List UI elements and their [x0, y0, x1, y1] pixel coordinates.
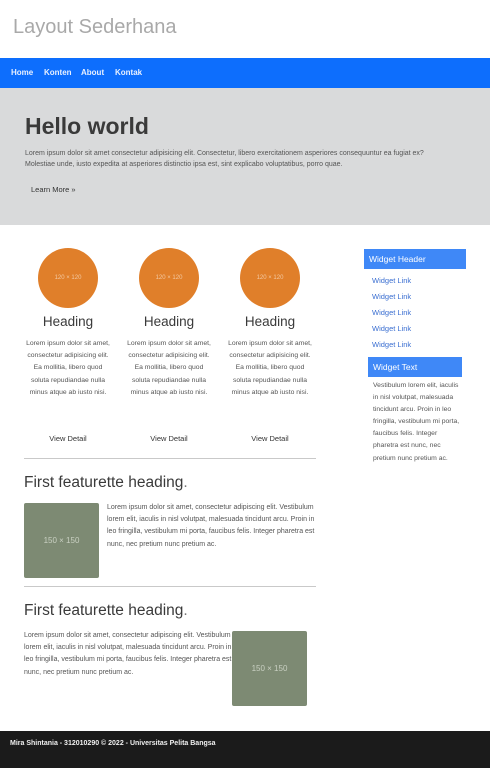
- featurette-text: Lorem ipsum dolor sit amet, consectetur …: [107, 504, 315, 548]
- featurette-heading-text: First featurette heading: [24, 602, 184, 619]
- column-heading: Heading: [244, 314, 296, 329]
- circle-image-placeholder: 120 × 120: [38, 248, 98, 308]
- image-size-label: 150 × 150: [251, 664, 288, 673]
- divider: [24, 458, 316, 459]
- widget-text-header: Widget Text: [368, 357, 462, 377]
- featurette-image-placeholder: 150 × 150: [24, 503, 99, 578]
- column-text: Lorem ipsum dolor sit amet, consectetur …: [228, 340, 312, 396]
- circle-image-placeholder: 120 × 120: [139, 248, 199, 308]
- navbar: Home Konten About Kontak: [0, 58, 490, 88]
- image-size-label: 120 × 120: [54, 275, 82, 281]
- featurette-text: Lorem ipsum dolor sit amet, consectetur …: [24, 632, 232, 676]
- image-size-label: 150 × 150: [43, 536, 80, 545]
- column-heading: Heading: [143, 314, 195, 329]
- nav-about-link[interactable]: About: [81, 68, 104, 77]
- column-text: Lorem ipsum dolor sit amet, consectetur …: [127, 340, 211, 396]
- widget-header: Widget Header: [364, 249, 466, 269]
- featurette-heading-suffix: .: [183, 474, 188, 491]
- hero-text: Lorem ipsum dolor sit amet consectetur a…: [25, 150, 424, 168]
- site-header: Layout Sederhana: [0, 0, 490, 58]
- widget-link[interactable]: Widget Link: [372, 308, 411, 317]
- learn-more-button[interactable]: Learn More »: [31, 185, 76, 194]
- column-text: Lorem ipsum dolor sit amet, consectetur …: [26, 340, 110, 396]
- divider: [24, 586, 316, 587]
- footer: Mira Shintania - 312010290 © 2022 - Univ…: [0, 731, 490, 768]
- image-size-label: 120 × 120: [155, 275, 183, 281]
- featurette-heading-text: First featurette heading: [24, 474, 184, 491]
- nav-home-link[interactable]: Home: [11, 68, 33, 77]
- site-title: Layout Sederhana: [13, 16, 177, 38]
- featurette-heading: First featurette heading.: [24, 474, 188, 492]
- widget-text: Vestibulum lorem elit, iaculis in nisl v…: [373, 382, 460, 462]
- nav-konten-link[interactable]: Konten: [44, 68, 72, 77]
- circle-image-placeholder: 120 × 120: [240, 248, 300, 308]
- column-heading: Heading: [42, 314, 94, 329]
- widget-link[interactable]: Widget Link: [372, 276, 411, 285]
- widget-link[interactable]: Widget Link: [372, 324, 411, 333]
- nav-kontak-link[interactable]: Kontak: [115, 68, 142, 77]
- footer-text: Mira Shintania - 312010290 © 2022 - Univ…: [10, 740, 216, 747]
- view-detail-link[interactable]: View Detail: [226, 434, 314, 443]
- featurette-image-placeholder: 150 × 150: [232, 631, 307, 706]
- hero-section: Hello world Lorem ipsum dolor sit amet c…: [0, 88, 490, 225]
- featurette-heading: First featurette heading.: [24, 602, 188, 620]
- featurette-heading-suffix: .: [183, 602, 188, 619]
- hero-title: Hello world: [25, 113, 149, 139]
- widget-link[interactable]: Widget Link: [372, 340, 411, 349]
- view-detail-link[interactable]: View Detail: [125, 434, 213, 443]
- view-detail-link[interactable]: View Detail: [24, 434, 112, 443]
- image-size-label: 120 × 120: [256, 275, 284, 281]
- widget-link[interactable]: Widget Link: [372, 292, 411, 301]
